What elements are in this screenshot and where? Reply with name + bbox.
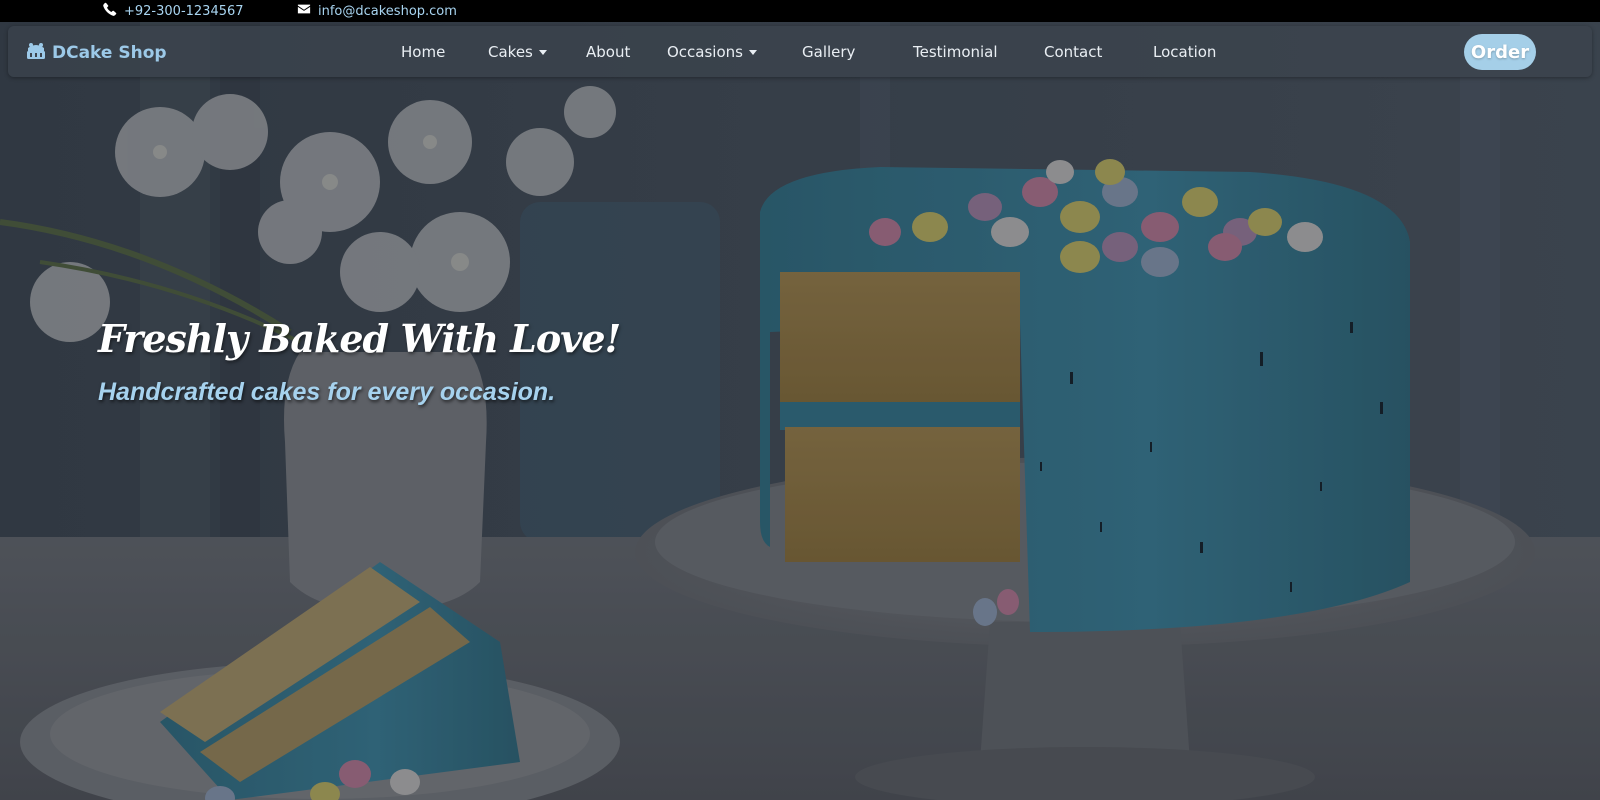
nav-link-label: Contact <box>1044 43 1103 61</box>
nav-link-about[interactable]: About <box>586 43 630 61</box>
caret-down-icon <box>538 49 547 55</box>
nav-link-label: Occasions <box>667 43 743 61</box>
contact-bar: +92-300-1234567 info@dcakeshop.com <box>0 0 1600 22</box>
nav-link-label: Home <box>401 43 446 61</box>
nav-dropdown-cakes[interactable]: Cakes <box>488 43 547 61</box>
brand-name: DCake Shop <box>52 42 167 63</box>
email-address: info@dcakeshop.com <box>318 3 457 19</box>
nav-dropdown-occasions[interactable]: Occasions <box>667 43 757 61</box>
phone-contact[interactable]: +92-300-1234567 <box>103 2 244 20</box>
hero-dim-overlay <box>0 22 1600 800</box>
nav-link-contact[interactable]: Contact <box>1044 43 1102 61</box>
hero-background <box>0 22 1600 800</box>
hero-subtitle: Handcrafted cakes for every occasion. <box>98 378 556 406</box>
phone-number: +92-300-1234567 <box>124 3 244 19</box>
nav-link-label: Cakes <box>488 43 533 61</box>
email-contact[interactable]: info@dcakeshop.com <box>297 2 457 20</box>
nav-link-home[interactable]: Home <box>401 43 445 61</box>
nav-link-label: About <box>586 43 631 61</box>
order-button[interactable]: Order <box>1464 34 1536 70</box>
main-navbar: DCake Shop Home Cakes About Occasions Ga… <box>8 26 1592 77</box>
cake-icon <box>24 39 48 66</box>
nav-link-gallery[interactable]: Gallery <box>802 43 855 61</box>
nav-link-label: Gallery <box>802 43 856 61</box>
nav-link-location[interactable]: Location <box>1153 43 1216 61</box>
envelope-icon <box>297 2 311 20</box>
phone-icon <box>103 2 117 20</box>
brand-logo[interactable]: DCake Shop <box>24 39 167 66</box>
nav-link-label: Location <box>1153 43 1217 61</box>
nav-link-label: Testimonial <box>913 43 998 61</box>
caret-down-icon <box>748 49 757 55</box>
nav-link-testimonial[interactable]: Testimonial <box>913 43 998 61</box>
hero-tagline: Freshly Baked With Love! <box>98 316 621 361</box>
